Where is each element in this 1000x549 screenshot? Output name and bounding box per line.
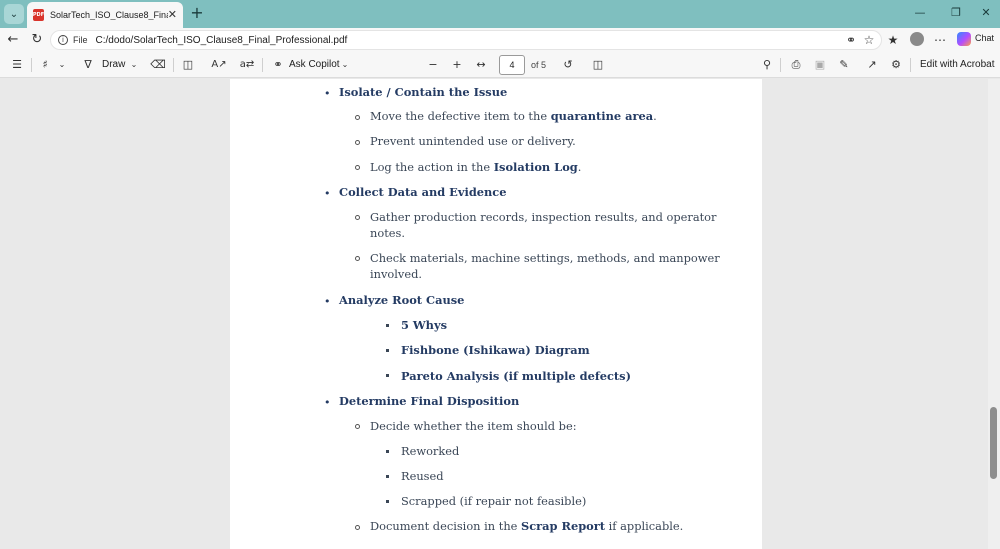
tab-actions-chevron-icon[interactable]: ⌄ [4,4,24,24]
new-tab-plus-icon[interactable]: + [188,4,206,22]
pdf-page: • Isolate / Contain the Issue Move the d… [230,79,762,549]
favorite-star-icon[interactable]: ☆ [861,32,877,48]
eraser-icon[interactable]: ⌫ [150,57,166,73]
bullet-square [386,500,389,503]
close-tab-icon[interactable]: ✕ [168,8,177,21]
section-heading-root-cause: Analyze Root Cause [339,293,465,307]
profile-avatar[interactable] [910,32,924,46]
toolbar-divider [780,58,781,72]
highlight-icon[interactable]: ♯ [37,57,53,73]
bullet-circle [355,140,360,145]
save-as-icon[interactable]: ✎ [836,57,852,73]
draw-pen-icon[interactable]: ∇ [80,57,96,73]
tab-active-pdf[interactable]: PDF SolarTech_ISO_Clause8_Final_Professi… [27,2,183,28]
toolbar-divider [262,58,263,72]
close-window-icon[interactable]: ✕ [976,6,996,19]
more-options-icon[interactable]: ⋯ [932,32,948,48]
ask-copilot-chevron-down-icon[interactable]: ⌄ [339,57,351,73]
bullet-square [386,349,389,352]
url-text: C:/dodo/SolarTech_ISO_Clause8_Final_Prof… [95,34,348,46]
bullet-circle [355,115,360,120]
bullet-circle [355,165,360,170]
url-scheme-label: File [73,35,88,45]
fit-to-width-icon[interactable]: ↔ [473,57,489,73]
list-item-text-continued: involved. [370,267,423,281]
list-item-text: Move the defective item to the quarantin… [370,109,657,123]
section-heading-isolate: Isolate / Contain the Issue [339,85,508,99]
disposition-option: Reworked [401,444,460,458]
chat-button-label[interactable]: Chat [975,33,994,43]
read-aloud-icon[interactable]: ⚭ [843,32,859,48]
zoom-out-minus-icon[interactable]: − [426,57,440,73]
pdf-file-icon: PDF [33,9,44,21]
document-viewport[interactable]: • Isolate / Contain the Issue Move the d… [0,79,1000,549]
fullscreen-expand-icon[interactable]: ↗ [864,57,880,73]
highlight-chevron-down-icon[interactable]: ⌄ [56,57,68,73]
url-input[interactable]: i File C:/dodo/SolarTech_ISO_Clause8_Fin… [50,30,882,50]
disposition-option: Scrapped (if repair not feasible) [401,494,587,508]
page-view-icon[interactable]: ◫ [180,57,196,73]
print-icon[interactable]: ⎙ [788,57,804,73]
favorites-list-icon[interactable]: ★ [885,32,901,48]
list-item-text: Gather production records, inspection re… [370,210,717,224]
bullet-circle [355,525,360,530]
list-item-text-continued: notes. [370,226,405,240]
two-page-view-icon[interactable]: ◫ [590,57,606,73]
copilot-logo-icon[interactable] [957,32,971,46]
refresh-icon[interactable]: ↻ [28,31,46,49]
zoom-in-plus-icon[interactable]: + [450,57,464,73]
restore-window-icon[interactable]: ❐ [946,6,966,19]
info-icon: i [58,35,68,45]
tab-bar: ⌄ PDF SolarTech_ISO_Clause8_Final_Profes… [0,0,1000,28]
bullet-disc: • [324,187,331,200]
back-arrow-icon[interactable]: ← [4,31,22,49]
toolbar-divider [173,58,174,72]
list-item-text: Prevent unintended use or delivery. [370,134,576,148]
toolbar-divider [31,58,32,72]
translate-icon[interactable]: a⇄ [238,57,256,73]
draw-button-label[interactable]: Draw [102,57,125,73]
search-icon[interactable]: ⚲ [759,57,775,73]
list-item-text: Document decision in the Scrap Report if… [370,519,684,533]
ask-copilot-icon[interactable]: ⚭ [270,57,286,73]
bullet-circle [355,215,360,220]
list-item-method: 5 Whys [401,318,447,332]
list-item-method: Fishbone (Ishikawa) Diagram [401,343,590,357]
page-number-input[interactable]: 4 [499,55,525,75]
rotate-icon[interactable]: ↺ [560,57,576,73]
tab-title: SolarTech_ISO_Clause8_Final_Professional… [50,10,168,20]
ask-copilot-label[interactable]: Ask Copilot [289,57,340,73]
list-item-text: Decide whether the item should be: [370,419,577,433]
pdf-toolbar: ☰ ♯ ⌄ ∇ Draw ⌄ ⌫ ◫ A↗ a⇄ ⚭ Ask Copilot ⌄… [0,52,1000,78]
page-count-label: of 5 [531,60,547,70]
bullet-circle [355,424,360,429]
bullet-square [386,374,389,377]
address-bar-row: ← ↻ i File C:/dodo/SolarTech_ISO_Clause8… [0,28,1000,52]
edit-with-acrobat-button[interactable]: Edit with Acrobat [920,57,994,73]
bullet-circle [355,256,360,261]
disposition-option: Reused [401,469,444,483]
minimize-icon[interactable]: — [910,6,930,19]
save-icon[interactable]: ▣ [812,57,828,73]
bullet-disc: • [324,295,331,308]
section-heading-final-disposition: Determine Final Disposition [339,394,520,408]
toolbar-divider [910,58,911,72]
bullet-square [386,475,389,478]
bullet-square [386,324,389,327]
contents-list-icon[interactable]: ☰ [9,57,25,73]
read-aloud-text-icon[interactable]: A↗ [210,57,228,73]
bullet-disc: • [324,87,331,100]
draw-chevron-down-icon[interactable]: ⌄ [128,57,140,73]
list-item-method: Pareto Analysis (if multiple defects) [401,369,631,383]
section-heading-collect-data: Collect Data and Evidence [339,185,507,199]
settings-gear-icon[interactable]: ⚙ [888,57,904,73]
bullet-disc: • [324,396,331,409]
list-item-text: Log the action in the Isolation Log. [370,160,582,174]
bullet-square [386,450,389,453]
vertical-scrollbar-thumb[interactable] [990,407,997,479]
list-item-text: Check materials, machine settings, metho… [370,251,720,265]
